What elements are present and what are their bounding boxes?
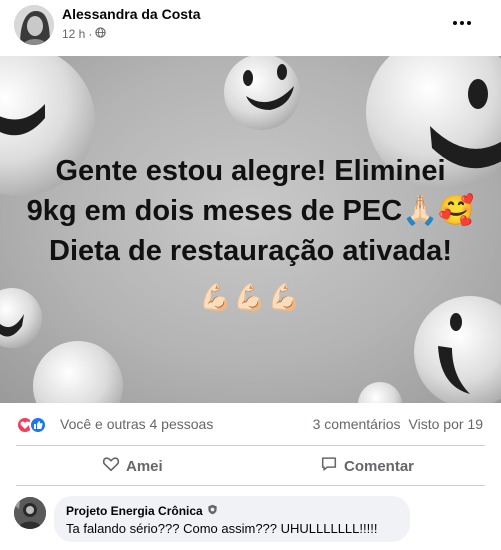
- muscle-emojis: 💪🏻💪🏻💪🏻: [198, 282, 303, 312]
- comment-button[interactable]: Comentar: [320, 451, 414, 481]
- post-actions: Amei Comentar: [0, 447, 501, 485]
- comment-bubble: Projeto Energia Crônica Ta falando sério…: [54, 496, 410, 542]
- more-icon[interactable]: [453, 16, 477, 30]
- globe-icon: [95, 27, 107, 41]
- post-text-line: 9kg em dois meses de PEC🙏🏻🥰: [26, 195, 475, 227]
- comment-item: Projeto Energia Crônica Ta falando sério…: [0, 493, 501, 550]
- post-header: Alessandra da Costa 12 h ·: [0, 0, 501, 56]
- badge-icon: [207, 504, 218, 518]
- comments-count[interactable]: 3 comentários: [313, 416, 401, 432]
- meta-separator: ·: [88, 27, 93, 41]
- author-avatar[interactable]: [14, 5, 54, 45]
- love-button-label: Amei: [126, 457, 163, 475]
- author-name[interactable]: Alessandra da Costa: [62, 6, 201, 22]
- post-text-line: Gente estou alegre! Eliminei: [55, 155, 446, 187]
- post-text-line: Dieta de restauração ativada!: [49, 235, 452, 267]
- commenter-name[interactable]: Projeto Energia Crônica: [66, 504, 203, 518]
- post-image[interactable]: Gente estou alegre! Eliminei 9kg em dois…: [0, 56, 501, 403]
- reaction-people[interactable]: Você e outras 4 pessoas: [60, 416, 213, 432]
- divider: [16, 445, 485, 446]
- comment-text: Ta falando sério??? Como assim??? UHULLL…: [66, 521, 378, 536]
- commenter-avatar[interactable]: [14, 497, 46, 529]
- divider: [16, 485, 485, 486]
- post-image-text: Gente estou alegre! Eliminei 9kg em dois…: [0, 151, 501, 271]
- post-meta: 12 h ·: [62, 27, 107, 41]
- heart-icon: [102, 455, 120, 477]
- post-time[interactable]: 12 h: [62, 27, 85, 41]
- love-button[interactable]: Amei: [102, 451, 163, 481]
- comment-button-label: Comentar: [344, 457, 415, 475]
- reaction-icons[interactable]: [16, 416, 47, 434]
- comment-icon: [320, 455, 338, 477]
- post-stats: 3 comentários Visto por 19: [313, 416, 483, 432]
- views-count[interactable]: Visto por 19: [409, 416, 483, 432]
- reactions-bar: Você e outras 4 pessoas 3 comentários Vi…: [0, 403, 501, 445]
- like-react-icon: [29, 416, 47, 434]
